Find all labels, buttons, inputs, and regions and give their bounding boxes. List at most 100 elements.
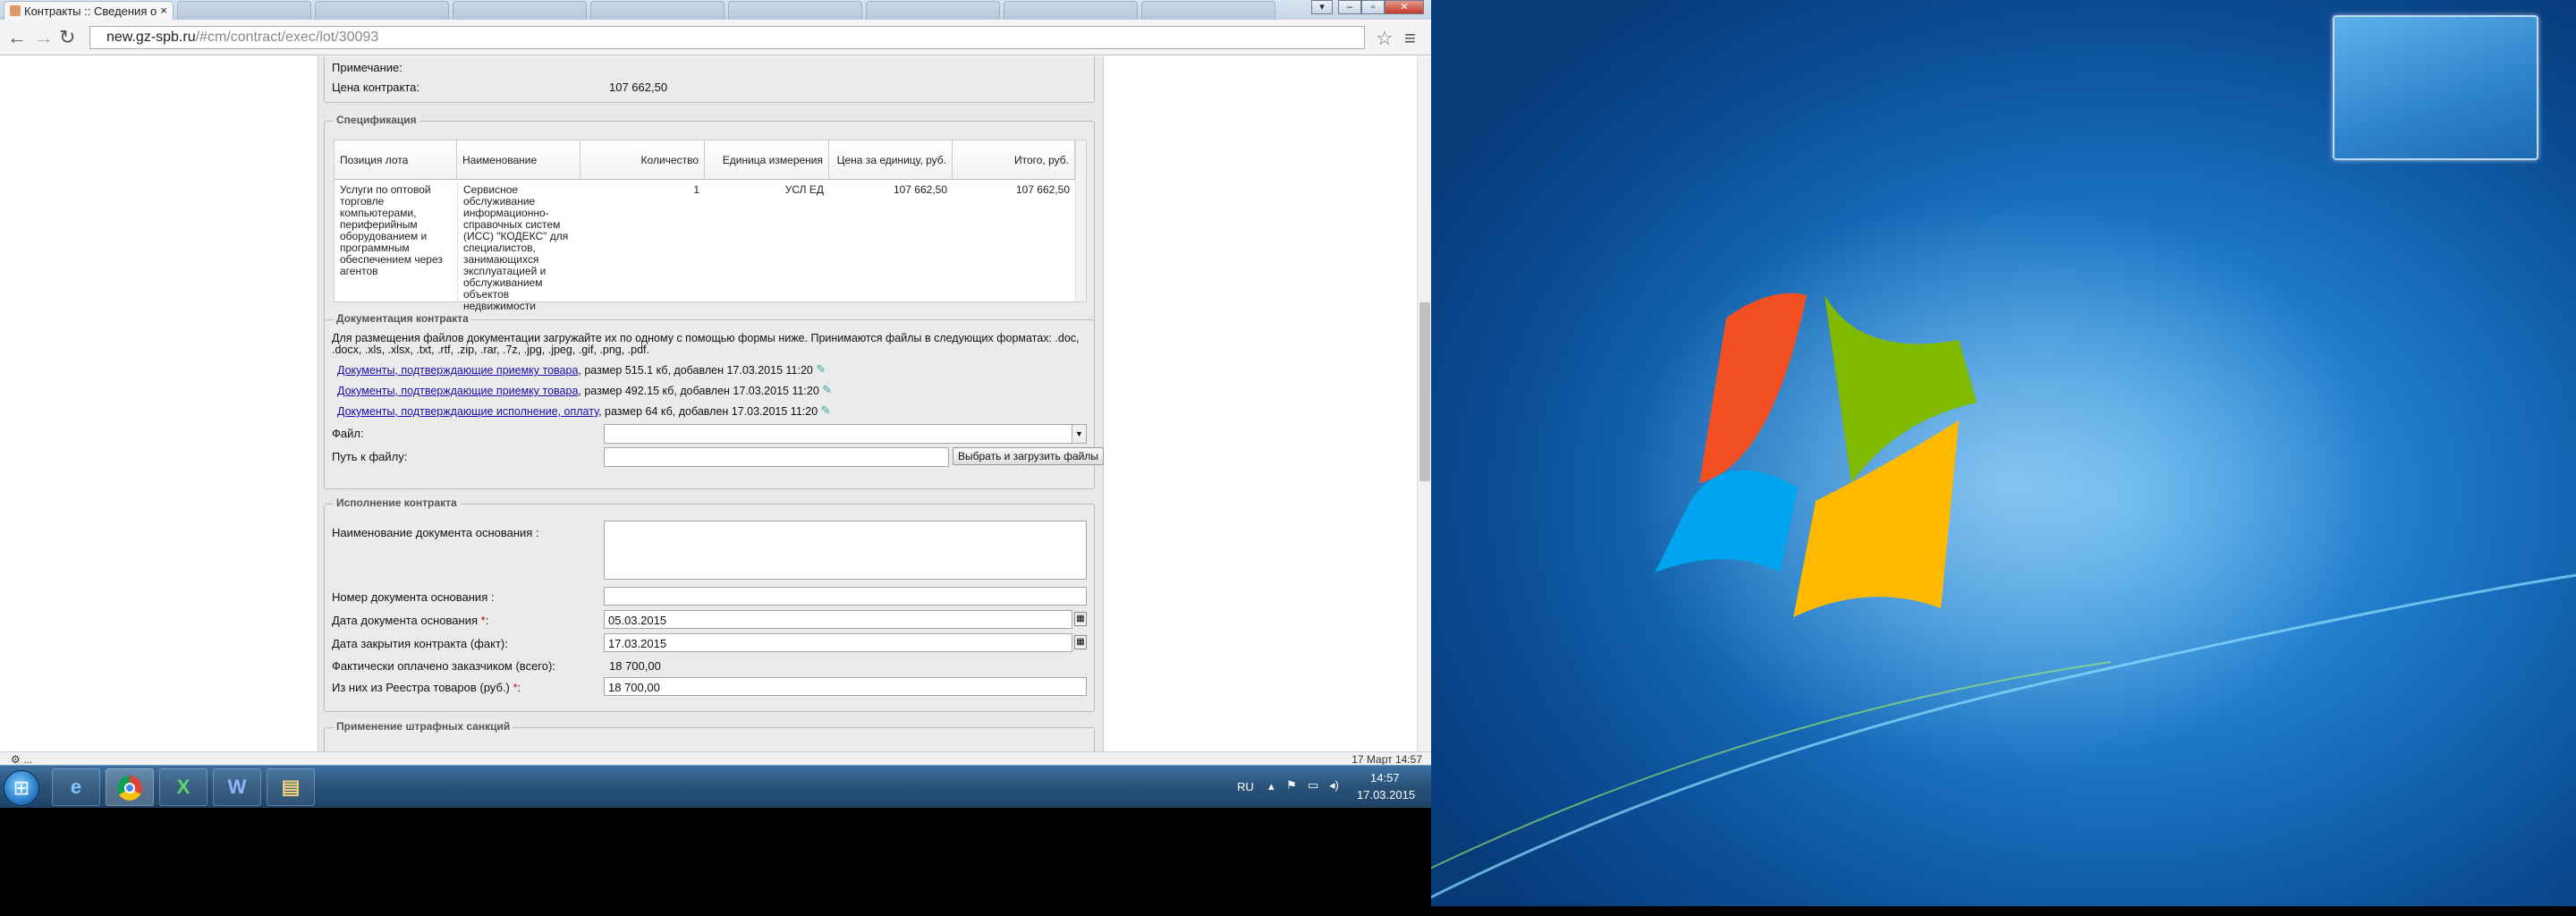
calendar-icon[interactable]: ▦ (1074, 612, 1087, 626)
tab-background-5[interactable] (728, 1, 862, 20)
chrome-icon[interactable] (106, 768, 154, 806)
flag-icon[interactable]: ⚑ (1286, 778, 1297, 793)
tab-close-icon[interactable]: × (160, 4, 167, 17)
tab-background-4[interactable] (590, 1, 724, 20)
col-header-unit: Единица измерения (705, 140, 829, 180)
col-header-price: Цена за единицу, руб. (829, 140, 953, 180)
doc-file-info-3: , размер 64 кб, добавлен 17.03.2015 11:2… (598, 405, 818, 418)
doc-file-info-1: , размер 515.1 кб, добавлен 17.03.2015 1… (578, 364, 813, 377)
registry-input[interactable]: 18 700,00 (604, 677, 1087, 696)
page-content: Примечание: Цена контракта: 107 662,50 С… (0, 56, 1417, 751)
tab-background-7[interactable] (1004, 1, 1138, 20)
ie-icon[interactable]: e (52, 768, 100, 806)
table-scrollbar[interactable] (1075, 140, 1086, 301)
tab-background-2[interactable] (315, 1, 449, 20)
doc-name-label: Наименование документа основания : (332, 526, 539, 539)
doc-number-label: Номер документа основания : (332, 590, 495, 604)
contract-panel: Примечание: Цена контракта: 107 662,50 С… (318, 56, 1104, 751)
chevron-up-icon[interactable]: ▴ (1268, 779, 1275, 793)
tab-background-8[interactable] (1141, 1, 1275, 20)
edit-check-icon[interactable]: ✎ (816, 363, 826, 376)
black-border-bottom-right (1431, 906, 2576, 916)
word-icon[interactable]: W (213, 768, 261, 806)
menu-icon[interactable]: ≡ (1404, 27, 1416, 50)
doc-file-link-2[interactable]: Документы, подтверждающие приемку товара (337, 385, 578, 397)
file-select[interactable]: ▼ (604, 424, 1087, 444)
upload-files-button[interactable]: Выбрать и загрузить файлы (953, 447, 1104, 465)
doc-file-3: Документы, подтверждающие исполнение, оп… (337, 404, 832, 418)
doc-name-textarea[interactable] (604, 521, 1087, 580)
scrollbar-thumb[interactable] (1419, 302, 1430, 481)
doc-file-info-2: , размер 492.15 кб, добавлен 17.03.2015 … (578, 385, 819, 397)
col-header-position: Позиция лота (335, 140, 457, 180)
path-label: Путь к файлу: (332, 450, 408, 463)
cell-qty: 1 (693, 183, 699, 196)
doc-date-input[interactable]: 05.03.2015 (604, 610, 1072, 629)
status-datetime: 17 Март 14:57 (1352, 753, 1422, 766)
file-label: Файл: (332, 427, 364, 440)
minimize-icon[interactable]: – (1338, 0, 1361, 14)
star-icon[interactable]: ☆ (1376, 27, 1394, 50)
tab-background-6[interactable] (866, 1, 1000, 20)
explorer-icon[interactable]: ▤ (267, 768, 315, 806)
clock-date[interactable]: 17.03.2015 (1357, 788, 1415, 802)
colon: : (517, 681, 521, 694)
price-value: 107 662,50 (609, 81, 668, 94)
cell-price: 107 662,50 (893, 183, 947, 196)
doc-file-link-3[interactable]: Документы, подтверждающие исполнение, оп… (337, 405, 598, 418)
forward-icon[interactable]: → (34, 27, 54, 48)
documentation-section: Документация контракта Для размещения фа… (324, 312, 1104, 489)
doc-number-input[interactable] (604, 587, 1087, 606)
tab-title: Контракты :: Сведения о (24, 4, 157, 18)
url-host: new.gz-spb.ru (106, 30, 196, 45)
penalty-section: Применение штрафных санкций (324, 720, 1095, 751)
doc-file-2: Документы, подтверждающие приемку товара… (337, 384, 833, 397)
colon: : (485, 614, 489, 627)
docs-info-line-1: Для размещения файлов документации загру… (332, 332, 1080, 344)
address-bar[interactable]: new.gz-spb.ru/#cm/contract/exec/lot/3009… (89, 26, 1365, 49)
tab-contracts[interactable]: Контракты :: Сведения о × (4, 1, 174, 20)
page-scrollbar[interactable] (1417, 56, 1431, 751)
left-monitor: Контракты :: Сведения о × ▾ – ▫ ✕ ← → ↻ … (0, 0, 1431, 808)
cell-position: Услуги по оптовой торговле компьютерами,… (340, 183, 443, 277)
clock-time[interactable]: 14:57 (1370, 771, 1400, 785)
close-date-label: Дата закрытия контракта (факт): (332, 637, 508, 650)
close-window-icon[interactable]: ✕ (1385, 0, 1424, 14)
docs-info-line-2: .docx, .xls, .xlsx, .txt, .rtf, .zip, .r… (332, 344, 649, 356)
desktop-gadget-preview[interactable] (2333, 15, 2538, 160)
status-left: ⚙ ... (11, 753, 33, 766)
specification-legend: Спецификация (334, 114, 419, 126)
language-indicator[interactable]: RU (1237, 780, 1254, 793)
close-date-input[interactable]: 17.03.2015 (604, 633, 1072, 652)
navigation-bar: ← → ↻ new.gz-spb.ru/#cm/contract/exec/lo… (0, 20, 1431, 55)
registry-label: Из них из Реестра товаров (руб.) (332, 681, 510, 694)
contract-info-box: Примечание: Цена контракта: 107 662,50 (324, 56, 1095, 103)
black-border-bottom-left (0, 808, 1431, 916)
reload-icon[interactable]: ↻ (59, 27, 75, 48)
path-input[interactable] (604, 447, 949, 467)
col-header-total: Итого, руб. (953, 140, 1075, 180)
edit-check-icon[interactable]: ✎ (822, 384, 833, 396)
doc-file-link-1[interactable]: Документы, подтверждающие приемку товара (337, 364, 578, 377)
taskbar: ⊞ e X W ▤ RU ▴ ⚑ ▭ ◂) 14:57 17.03.2015 (0, 765, 1431, 808)
maximize-icon[interactable]: ▫ (1361, 0, 1385, 14)
chevron-down-icon[interactable]: ▼ (1072, 425, 1086, 443)
cell-name: Сервисное обслуживание информационно-спр… (457, 182, 580, 312)
calendar-icon[interactable]: ▦ (1074, 635, 1087, 649)
cell-unit: УСЛ ЕД (784, 183, 824, 196)
documentation-legend: Документация контракта (334, 312, 471, 325)
tab-background-1[interactable] (177, 1, 311, 20)
tab-bar: Контракты :: Сведения о × ▾ – ▫ ✕ (0, 0, 1431, 20)
edit-check-icon[interactable]: ✎ (821, 404, 832, 417)
tab-background-3[interactable] (453, 1, 587, 20)
excel-icon[interactable]: X (159, 768, 208, 806)
volume-icon[interactable]: ◂) (1329, 778, 1339, 793)
start-button[interactable]: ⊞ (4, 770, 39, 806)
specification-table: Позиция лота Наименование Количество Еди… (334, 140, 1087, 312)
network-icon[interactable]: ▭ (1308, 778, 1318, 793)
paid-label: Фактически оплачено заказчиком (всего): (332, 659, 555, 673)
user-icon[interactable]: ▾ (1311, 0, 1333, 14)
back-icon[interactable]: ← (7, 27, 27, 48)
cell-total: 107 662,50 (1015, 183, 1070, 196)
note-label: Примечание: (332, 61, 402, 74)
